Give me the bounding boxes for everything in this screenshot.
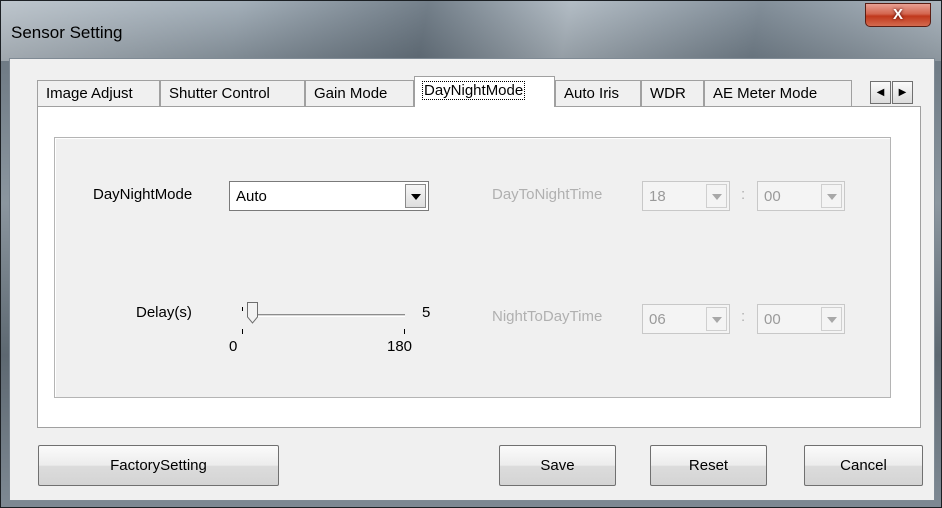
close-button[interactable]: X	[865, 3, 931, 27]
daynightmode-value: Auto	[236, 188, 267, 205]
delay-min-label: 0	[229, 338, 238, 355]
daynightmode-select[interactable]: Auto	[229, 181, 429, 211]
slider-tick	[404, 329, 405, 334]
window-title: Sensor Setting	[11, 23, 123, 42]
window-frame: Sensor Setting X Image Adjust Shutter Co…	[0, 0, 942, 508]
time-separator: :	[741, 186, 746, 203]
tab-scroll-left-button[interactable]: ◀	[870, 81, 891, 104]
night-to-day-hour-select[interactable]: 06	[642, 304, 730, 334]
reset-button[interactable]: Reset	[650, 445, 767, 486]
tab-scroll-right-button[interactable]: ▶	[892, 81, 913, 104]
delay-max-label: 180	[387, 338, 413, 355]
night-to-day-minute-select[interactable]: 00	[757, 304, 845, 334]
tab-image-adjust[interactable]: Image Adjust	[37, 80, 160, 106]
cancel-button[interactable]: Cancel	[804, 445, 923, 486]
time-separator: :	[741, 308, 746, 325]
slider-tick	[242, 307, 243, 311]
day-to-night-hour-select[interactable]: 18	[642, 181, 730, 211]
close-icon: X	[892, 6, 903, 23]
daynight-group	[54, 137, 891, 398]
chevron-left-icon: ◀	[876, 87, 885, 98]
factory-setting-button[interactable]: FactorySetting	[38, 445, 279, 486]
daynightmode-label: DayNightMode	[93, 186, 193, 203]
night-to-day-label: NightToDayTime	[492, 308, 603, 325]
chevron-down-icon[interactable]	[821, 184, 842, 208]
dialog-client: Image Adjust Shutter Control Gain Mode D…	[9, 58, 935, 501]
day-to-night-minute-select[interactable]: 00	[757, 181, 845, 211]
slider-track[interactable]	[253, 314, 405, 317]
chevron-down-icon[interactable]	[821, 307, 842, 331]
tab-wdr[interactable]: WDR	[641, 80, 704, 106]
chevron-right-icon: ▶	[898, 87, 907, 98]
delay-value: 5	[422, 304, 431, 321]
delay-label: Delay(s)	[136, 304, 192, 321]
daynightmode-panel	[37, 106, 921, 428]
tab-auto-iris[interactable]: Auto Iris	[555, 80, 641, 106]
slider-thumb[interactable]	[247, 302, 258, 324]
save-button[interactable]: Save	[499, 445, 616, 486]
chevron-down-icon[interactable]	[405, 184, 426, 208]
day-to-night-label: DayToNightTime	[492, 186, 603, 203]
slider-tick	[242, 329, 243, 334]
tab-shutter-control[interactable]: Shutter Control	[160, 80, 305, 106]
chevron-down-icon[interactable]	[706, 184, 727, 208]
tab-gain-mode[interactable]: Gain Mode	[305, 80, 414, 106]
tab-ae-meter-mode[interactable]: AE Meter Mode	[704, 80, 852, 106]
chevron-down-icon[interactable]	[706, 307, 727, 331]
tab-daynightmode[interactable]: DayNightMode	[414, 76, 555, 107]
